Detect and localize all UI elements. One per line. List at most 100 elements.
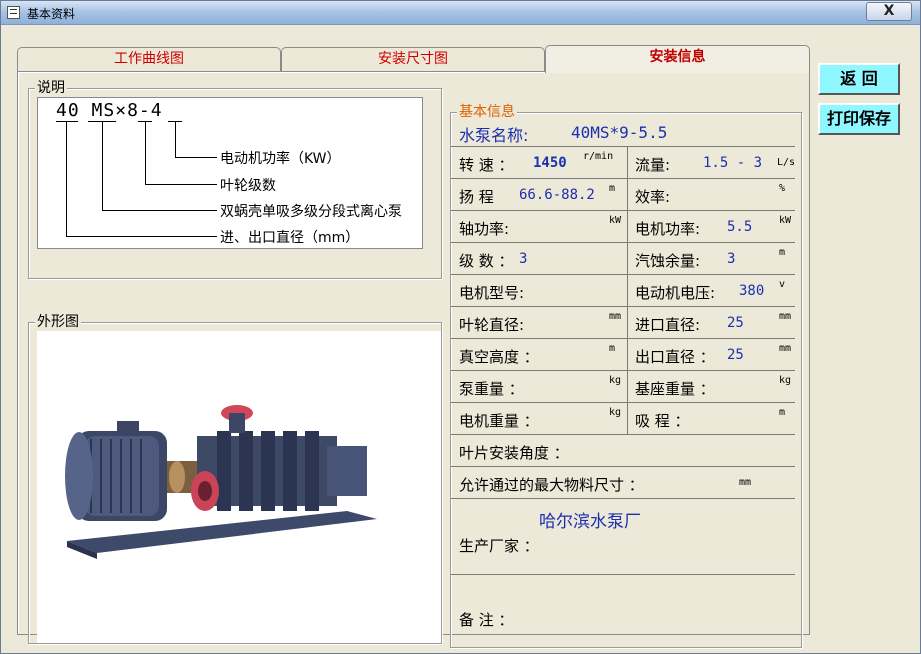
model-code-stages: 8 <box>127 100 139 121</box>
leader-diameter-v <box>66 121 67 236</box>
outline-image-box <box>37 331 441 643</box>
client-area: 工作曲线图 安装尺寸图 安装信息 说明 40 MS×8-4 电动机功率（KW） … <box>3 26 918 653</box>
outline-group-label: 外形图 <box>35 314 81 330</box>
info-right-value: 25 <box>727 315 744 331</box>
tab-work-curve[interactable]: 工作曲线图 <box>17 47 281 71</box>
info-row: 电机型号: 电动机电压: 380 v <box>451 275 795 307</box>
leader-type-v <box>102 121 103 210</box>
info-right-unit: kW <box>779 215 792 226</box>
leader-stages-v <box>145 121 146 184</box>
info-right-label: 吸 程 ： <box>635 412 690 430</box>
info-group: 基本信息 水泵名称: 40MS*9-5.5 转 速 ： 1450 r/min 流量: 1… <box>450 104 802 648</box>
info-row: 扬 程 66.6-88.2 m 效率:% <box>451 179 795 211</box>
info-left-label: 真空高度 ： <box>459 348 539 366</box>
blade-angle-row: 叶片安装角度 ： <box>451 435 795 467</box>
info-right-value: 3 <box>727 251 736 267</box>
info-row: 轴功率: kW 电机功率: 5.5 kW <box>451 211 795 243</box>
info-left-label: 电机重量 ： <box>459 412 539 430</box>
back-button[interactable]: 返 回 <box>818 63 900 95</box>
info-right-unit: L/s <box>777 157 796 168</box>
info-left-unit: m <box>609 343 616 354</box>
remark-label: 备 注 ： <box>459 611 514 629</box>
manufacturer-value: 哈尔滨水泵厂 <box>539 512 641 532</box>
leader-type-h <box>102 210 217 211</box>
legend-pump-type: 双蜗壳单吸多级分段式离心泵 <box>220 204 402 220</box>
leader-diameter-h <box>66 236 217 237</box>
title-bar[interactable]: 基本资料 X <box>1 1 920 25</box>
info-row: 真空高度 ： m 出口直径 ： 25 mm <box>451 339 795 371</box>
info-right-label: 效率: <box>635 188 671 206</box>
info-right-label: 基座重量 ： <box>635 380 715 398</box>
pump-name-value: 40MS*9-5.5 <box>571 123 668 142</box>
info-row: 叶轮直径: mm 进口直径: 25 mm <box>451 307 795 339</box>
info-left-unit: mm <box>609 311 622 322</box>
info-right-label: 电机功率: <box>635 220 701 238</box>
info-left-unit: r/min <box>583 151 614 162</box>
info-left-unit: kg <box>609 375 622 386</box>
info-row: 转 速 ： 1450 r/min 流量: 1.5 - 3 L/s <box>451 147 795 179</box>
leader-power-h <box>175 157 217 158</box>
info-left-unit: m <box>609 183 616 194</box>
info-right-label: 流量: <box>635 156 671 174</box>
pump-image <box>65 405 377 559</box>
window-title: 基本资料 <box>27 7 76 21</box>
pump-name-label: 水泵名称: <box>459 126 529 145</box>
tab-install-info[interactable]: 安装信息 <box>545 45 810 73</box>
info-left-label: 轴功率: <box>459 220 510 238</box>
model-code-dash: - <box>138 100 151 121</box>
info-left-label: 扬 程 <box>459 188 494 206</box>
model-code-power: 4 <box>150 100 163 121</box>
leader-stages-h <box>145 184 217 185</box>
info-left-unit: kW <box>609 215 622 226</box>
info-row: 泵重量 ： kg 基座重量 ： kg <box>451 371 795 403</box>
info-row: 电机重量 ： kg 吸 程 ： m <box>451 403 795 435</box>
info-left-label: 电机型号: <box>459 284 525 302</box>
tab-install-dimensions[interactable]: 安装尺寸图 <box>281 47 545 71</box>
close-button[interactable]: X <box>866 2 912 21</box>
app-icon <box>7 6 20 19</box>
model-code-type: MS <box>91 100 116 121</box>
info-right-unit: v <box>779 279 786 290</box>
info-right-value: 25 <box>727 347 744 363</box>
manufacturer-row: 哈尔滨水泵厂 生产厂家 ： <box>451 499 795 575</box>
info-right-value: 380 <box>739 283 765 299</box>
explain-group-label: 说明 <box>35 80 67 96</box>
outline-group: 外形图 <box>28 314 442 644</box>
info-right-unit: m <box>779 247 786 258</box>
manufacturer-label: 生产厂家 ： <box>459 537 539 555</box>
legend-motor-power: 电动机功率（KW） <box>220 151 341 167</box>
tab-panel: 说明 40 MS×8-4 电动机功率（KW） 叶轮级数 双蜗壳单吸多级分段式离心… <box>17 71 810 648</box>
info-left-label: 转 速 ： <box>459 156 514 174</box>
max-particle-label: 允许通过的最大物料尺寸 ： <box>459 476 644 494</box>
info-right-label: 电动机电压: <box>635 284 716 302</box>
info-left-label: 泵重量 ： <box>459 380 524 398</box>
info-left-label: 级 数 ： <box>459 252 514 270</box>
model-code-times: × <box>115 100 128 121</box>
model-code-diameter: 40 <box>56 100 80 121</box>
info-left-label: 叶轮直径: <box>459 316 525 334</box>
info-left-value: 1450 <box>533 155 567 171</box>
info-right-label: 出口直径 ： <box>635 348 715 366</box>
underline-diameter <box>56 121 78 122</box>
info-right-unit: kg <box>779 375 792 386</box>
pump-name-row: 水泵名称: 40MS*9-5.5 <box>451 115 795 147</box>
model-code: 40 MS×8-4 <box>56 100 163 121</box>
info-right-unit: % <box>779 183 786 194</box>
leader-power-v <box>175 121 176 157</box>
info-left-unit: kg <box>609 407 622 418</box>
print-save-button[interactable]: 打印保存 <box>818 103 900 135</box>
model-explain-box: 40 MS×8-4 电动机功率（KW） 叶轮级数 双蜗壳单吸多级分段式离心泵 进… <box>37 97 423 249</box>
legend-impeller-stages: 叶轮级数 <box>220 178 276 194</box>
info-right-label: 汽蚀余量: <box>635 252 701 270</box>
explain-group: 说明 40 MS×8-4 电动机功率（KW） 叶轮级数 双蜗壳单吸多级分段式离心… <box>28 80 442 279</box>
info-left-value: 66.6-88.2 <box>519 187 595 203</box>
legend-port-diameter: 进、出口直径（mm） <box>220 230 360 246</box>
info-right-unit: mm <box>779 343 792 354</box>
blade-angle-label: 叶片安装角度 ： <box>459 444 569 462</box>
max-particle-row: 允许通过的最大物料尺寸 ： mm <box>451 467 795 499</box>
info-right-label: 进口直径: <box>635 316 701 334</box>
info-right-unit: mm <box>779 311 792 322</box>
main-window: 基本资料 X 工作曲线图 安装尺寸图 安装信息 说明 40 MS×8-4 电动机… <box>0 0 921 654</box>
max-particle-unit: mm <box>739 477 752 488</box>
info-right-value: 5.5 <box>727 219 753 235</box>
